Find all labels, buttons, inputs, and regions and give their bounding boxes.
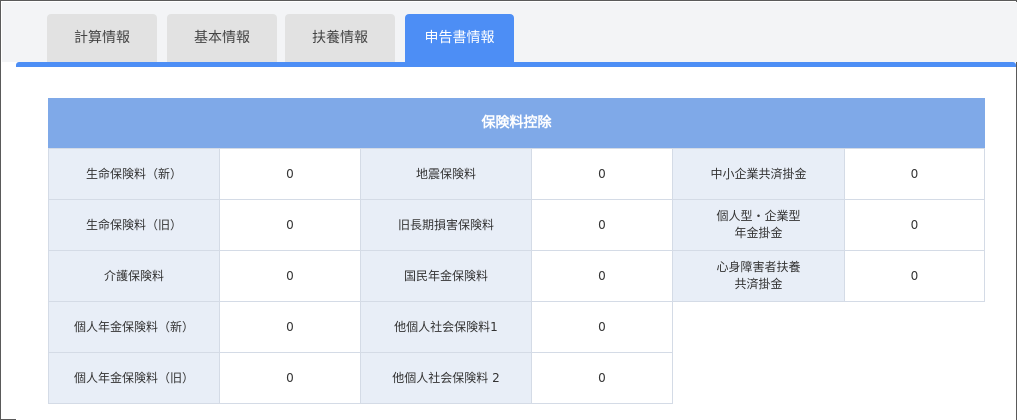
value-other-social-insurance-1[interactable]: 0 bbox=[531, 301, 673, 353]
section-title-insurance-deduction: 保険料控除 bbox=[48, 98, 985, 148]
tab-bar: 計算情報 基本情報 扶養情報 申告書情報 bbox=[2, 2, 1017, 63]
value-personal-pension-insurance-new[interactable]: 0 bbox=[219, 301, 361, 353]
value-disabled-dependent-mutual-aid[interactable]: 0 bbox=[844, 250, 985, 302]
label-life-insurance-new: 生命保険料（新） bbox=[48, 148, 220, 200]
value-life-insurance-old[interactable]: 0 bbox=[219, 199, 361, 251]
tab-declaration-info[interactable]: 申告書情報 bbox=[405, 14, 514, 63]
value-nursing-care-insurance[interactable]: 0 bbox=[219, 250, 361, 302]
label-disabled-dependent-mutual-aid: 心身障害者扶養 共済掛金 bbox=[672, 250, 845, 302]
tab-calculation-info[interactable]: 計算情報 bbox=[47, 14, 157, 63]
label-individual-corporate-pension: 個人型・企業型 年金掛金 bbox=[672, 199, 845, 251]
value-personal-pension-insurance-old[interactable]: 0 bbox=[219, 352, 361, 404]
tab-dependent-info[interactable]: 扶養情報 bbox=[285, 14, 395, 63]
label-national-pension-insurance: 国民年金保険料 bbox=[360, 250, 532, 302]
value-earthquake-insurance[interactable]: 0 bbox=[531, 148, 673, 200]
label-life-insurance-old: 生命保険料（旧） bbox=[48, 199, 220, 251]
value-individual-corporate-pension[interactable]: 0 bbox=[844, 199, 985, 251]
label-nursing-care-insurance: 介護保険料 bbox=[48, 250, 220, 302]
label-other-social-insurance-1: 他個人社会保険料1 bbox=[360, 301, 532, 353]
label-personal-pension-insurance-old: 個人年金保険料（旧） bbox=[48, 352, 220, 404]
label-earthquake-insurance: 地震保険料 bbox=[360, 148, 532, 200]
value-other-social-insurance-2[interactable]: 0 bbox=[531, 352, 673, 404]
value-small-business-mutual-aid[interactable]: 0 bbox=[844, 148, 985, 200]
value-old-long-term-damage-insurance[interactable]: 0 bbox=[531, 199, 673, 251]
value-national-pension-insurance[interactable]: 0 bbox=[531, 250, 673, 302]
label-small-business-mutual-aid: 中小企業共済掛金 bbox=[672, 148, 845, 200]
label-old-long-term-damage-insurance: 旧長期損害保険料 bbox=[360, 199, 532, 251]
label-personal-pension-insurance-new: 個人年金保険料（新） bbox=[48, 301, 220, 353]
value-life-insurance-new[interactable]: 0 bbox=[219, 148, 361, 200]
tab-basic-info[interactable]: 基本情報 bbox=[167, 14, 277, 63]
app-frame: 計算情報 基本情報 扶養情報 申告書情報 保険料控除 生命保険料（新） 0 地震… bbox=[0, 0, 1017, 420]
label-other-social-insurance-2: 他個人社会保険料 2 bbox=[360, 352, 532, 404]
